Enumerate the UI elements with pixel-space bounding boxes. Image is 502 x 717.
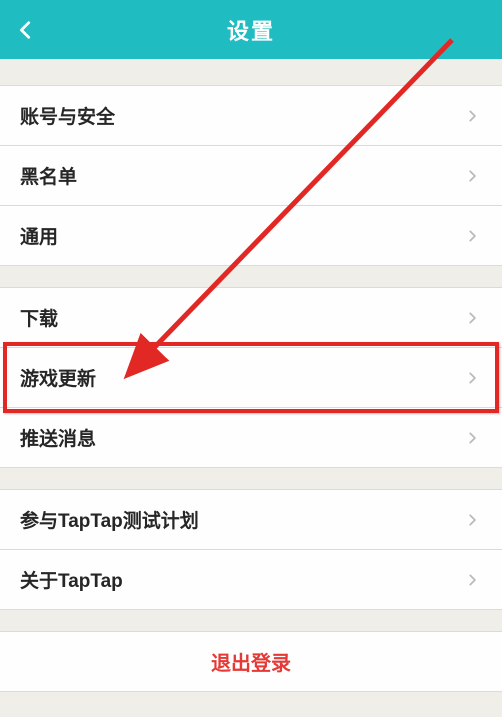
title-bar: 设置 bbox=[0, 0, 502, 59]
section-gap bbox=[0, 609, 502, 631]
row-label: 游戏更新 bbox=[20, 364, 96, 391]
chevron-left-icon bbox=[15, 19, 37, 41]
page-title: 设置 bbox=[227, 14, 275, 46]
section-gap bbox=[0, 265, 502, 287]
row-general[interactable]: 通用 bbox=[0, 205, 502, 266]
chevron-right-icon bbox=[462, 226, 482, 246]
row-push-messages[interactable]: 推送消息 bbox=[0, 407, 502, 468]
logout-label: 退出登录 bbox=[211, 647, 291, 676]
row-label: 黑名单 bbox=[20, 162, 77, 189]
row-label: 通用 bbox=[20, 222, 58, 249]
row-about-taptap[interactable]: 关于TapTap bbox=[0, 549, 502, 610]
chevron-right-icon bbox=[462, 106, 482, 126]
section-gap bbox=[0, 59, 502, 85]
row-label: 关于TapTap bbox=[20, 566, 123, 593]
chevron-right-icon bbox=[462, 308, 482, 328]
row-download[interactable]: 下载 bbox=[0, 287, 502, 348]
chevron-right-icon bbox=[462, 570, 482, 590]
row-label: 参与TapTap测试计划 bbox=[20, 506, 199, 533]
chevron-right-icon bbox=[462, 510, 482, 530]
chevron-right-icon bbox=[462, 428, 482, 448]
row-label: 推送消息 bbox=[20, 424, 96, 451]
row-join-beta[interactable]: 参与TapTap测试计划 bbox=[0, 489, 502, 550]
row-game-update[interactable]: 游戏更新 bbox=[0, 347, 502, 408]
row-blacklist[interactable]: 黑名单 bbox=[0, 145, 502, 206]
row-label: 账号与安全 bbox=[20, 102, 115, 129]
back-button[interactable] bbox=[12, 16, 40, 44]
chevron-right-icon bbox=[462, 368, 482, 388]
section-gap bbox=[0, 467, 502, 489]
row-label: 下载 bbox=[20, 304, 58, 331]
chevron-right-icon bbox=[462, 166, 482, 186]
row-account-security[interactable]: 账号与安全 bbox=[0, 85, 502, 146]
row-logout[interactable]: 退出登录 bbox=[0, 631, 502, 692]
